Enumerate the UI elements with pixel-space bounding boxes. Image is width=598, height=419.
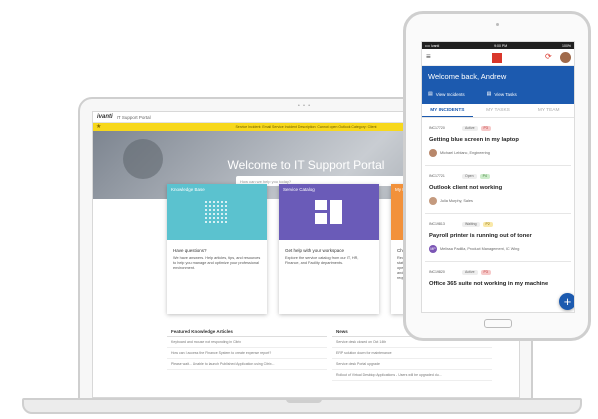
incident-card[interactable]: INC17721 Open P4 Outlook client not work… [425, 169, 571, 214]
tile-title: Knowledge Base [171, 187, 205, 192]
incident-tags: INC17720 Active P3 [429, 125, 567, 131]
tile-body-text: Explore the service catalog from our IT,… [285, 256, 359, 265]
ivanti-logo-icon [492, 53, 502, 63]
portal-app-name: IT Support Portal [116, 114, 151, 120]
catalog-grid-icon [315, 200, 342, 224]
incident-card[interactable]: INC17720 Active P3 Getting blue screen i… [425, 121, 571, 166]
welcome-band: Welcome back, Andrew ▤ View Incidents ▤ … [422, 66, 574, 104]
carrier-text: •••• Ivanti [425, 43, 440, 48]
avatar [429, 149, 437, 157]
incident-id: INC19813 [429, 222, 445, 226]
tile-body-title: Have questions? [173, 248, 207, 253]
avatar[interactable] [560, 52, 571, 63]
hamburger-menu-icon[interactable]: ≡ [426, 53, 431, 61]
laptop-camera: • • • [298, 103, 312, 109]
incident-title: Office 365 suite not working in my machi… [429, 281, 549, 287]
search-placeholder: How can we help you today? [240, 178, 292, 184]
welcome-title: Welcome back, Andrew [428, 72, 507, 81]
articles-heading: Featured Knowledge Articles [167, 327, 327, 337]
avatar: MP [429, 245, 437, 253]
tasks-icon: ▤ [486, 91, 492, 97]
incident-title: Getting blue screen in my laptop [429, 137, 519, 143]
tile-knowledge-base[interactable]: Knowledge Base Have questions? We have a… [167, 184, 267, 314]
battery-text: 100% [562, 43, 571, 48]
tile-service-catalog[interactable]: Service Catalog Get help with your works… [279, 184, 379, 314]
view-incidents-link[interactable]: ▤ View Incidents [428, 91, 465, 97]
laptop-base [22, 398, 582, 414]
status-bar: •••• Ivanti 9:00 PM 100% [422, 42, 574, 49]
tab-my-incidents[interactable]: MY INCIDENTS [422, 104, 473, 117]
app-bar: ≡ ⟳ [422, 49, 574, 66]
news-link[interactable]: Rollout of Virtual Desktop Applications … [332, 370, 492, 381]
tile-title: Service Catalog [283, 187, 315, 192]
phone-frame: •••• Ivanti 9:00 PM 100% ≡ ⟳ Welcome bac… [403, 11, 591, 341]
home-button[interactable] [484, 319, 512, 328]
priority-badge: P2 [482, 221, 493, 227]
priority-badge: P3 [480, 269, 491, 275]
phone-camera [496, 23, 499, 26]
priority-badge: P3 [480, 125, 491, 131]
incident-tags: INC19820 Active P3 [429, 269, 567, 275]
status-badge: Active [462, 269, 478, 275]
tile-body: Get help with your workspace Explore the… [279, 240, 379, 274]
incident-title: Outlook client not working [429, 185, 503, 191]
incident-user: MP Melissa Padilla, Product Management, … [429, 245, 567, 253]
article-link[interactable]: Keyboard and mouse not responding in Cit… [167, 337, 327, 348]
article-link[interactable]: Please wait... Unable to launch Publishe… [167, 359, 327, 370]
incident-tabs: MY INCIDENTS MY TASKS MY TEAM [422, 104, 574, 118]
banner-text: Service Incident: Email Service Incident… [235, 125, 377, 129]
news-link[interactable]: Service desk Portal upgrade [332, 359, 492, 370]
notification-icon[interactable]: ⟳ [545, 52, 552, 61]
news-link[interactable]: ERP solution down for maintenance [332, 348, 492, 359]
laptop-notch [286, 399, 322, 403]
tab-my-team[interactable]: MY TEAM [523, 104, 574, 117]
status-badge: Waiting [462, 221, 480, 227]
view-tasks-label: View Tasks [494, 91, 517, 97]
knowledge-dots-icon [204, 200, 228, 224]
incident-card[interactable]: INC19820 Active P3 Office 365 suite not … [425, 265, 571, 310]
incident-id: INC17720 [429, 126, 445, 130]
incident-tags: INC17721 Open P4 [429, 173, 567, 179]
tile-body: Have questions? We have answers. Help ar… [167, 240, 267, 279]
phone-screen: •••• Ivanti 9:00 PM 100% ≡ ⟳ Welcome bac… [421, 41, 575, 313]
incident-user: Michael Leblanc, Engineering [429, 149, 567, 157]
tile-body-title: Get help with your workspace [285, 248, 345, 253]
status-badge: Active [462, 125, 478, 131]
status-badge: Open [462, 173, 477, 179]
incident-tags: INC19813 Waiting P2 [429, 221, 567, 227]
tab-my-tasks[interactable]: MY TASKS [473, 104, 524, 117]
incident-title: Payroll printer is running out of toner [429, 233, 532, 239]
incident-user-name: Michael Leblanc, Engineering [440, 151, 490, 155]
star-icon: ★ [96, 124, 102, 130]
featured-articles-list: Featured Knowledge Articles Keyboard and… [167, 327, 327, 370]
tile-body-text: We have answers. Help articles, tips, an… [173, 256, 261, 270]
incident-id: INC19820 [429, 270, 445, 274]
article-link[interactable]: How can I access the Finance System to c… [167, 348, 327, 359]
incident-user-name: Melissa Padilla, Product Management, IC … [440, 247, 520, 251]
view-incidents-label: View Incidents [435, 91, 465, 97]
tile-header: Service Catalog [279, 184, 379, 240]
welcome-links: ▤ View Incidents ▤ View Tasks [428, 91, 568, 97]
priority-badge: P4 [479, 173, 490, 179]
incident-card[interactable]: INC19813 Waiting P2 Payroll printer is r… [425, 217, 571, 262]
list-icon: ▤ [428, 91, 433, 97]
avatar [429, 197, 437, 205]
view-tasks-link[interactable]: ▤ View Tasks [487, 91, 517, 97]
status-time: 9:00 PM [494, 43, 508, 48]
incident-user-name: Julia Murphy, Sales [440, 199, 473, 203]
incident-user: Julia Murphy, Sales [429, 197, 567, 205]
incident-id: INC17721 [429, 174, 445, 178]
ivanti-logo[interactable]: ivanti [97, 114, 113, 120]
tile-header: Knowledge Base [167, 184, 267, 240]
add-incident-button[interactable]: + [559, 293, 574, 310]
